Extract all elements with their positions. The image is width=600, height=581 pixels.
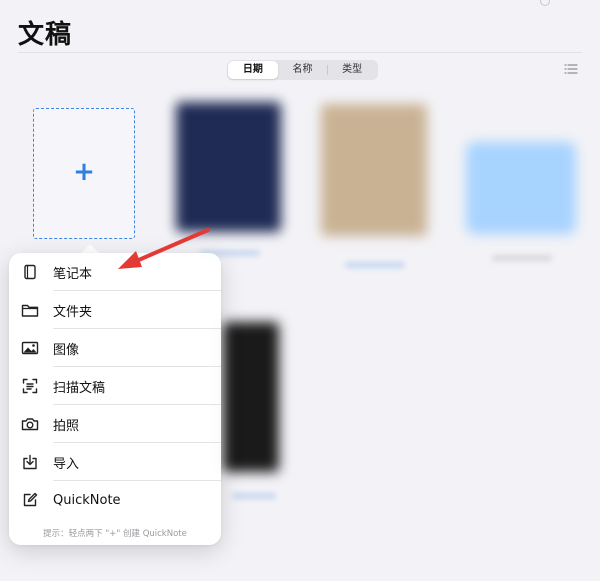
menu-item-label: 笔记本 — [53, 266, 93, 282]
camera-icon — [19, 413, 41, 435]
quicknote-icon — [19, 489, 41, 511]
annotation-arrow-icon — [118, 228, 210, 269]
menu-item-label: 文件夹 — [53, 304, 93, 320]
menu-item-folder[interactable]: 文件夹 — [9, 291, 221, 329]
sort-by-type-tab[interactable]: 类型 — [327, 61, 377, 79]
header-divider — [18, 52, 582, 53]
menu-item-label: 导入 — [53, 456, 80, 472]
folder-icon — [19, 299, 41, 321]
plus-icon: + — [73, 157, 95, 187]
menu-item-label: 扫描文稿 — [53, 380, 106, 396]
menu-item-quicknote[interactable]: QuickNote — [9, 481, 221, 519]
menu-item-scan-document[interactable]: 扫描文稿 — [9, 367, 221, 405]
status-indicator-icon — [540, 0, 550, 6]
document-thumbnail[interactable] — [321, 104, 427, 236]
image-icon — [19, 337, 41, 359]
import-icon — [19, 451, 41, 473]
menu-item-image[interactable]: 图像 — [9, 329, 221, 367]
document-name-blurred — [492, 255, 552, 261]
menu-item-import[interactable]: 导入 — [9, 443, 221, 481]
create-menu: 笔记本 文件夹 图像 扫描文稿 拍照 导入 QuickNote 提示：轻点两下 … — [9, 253, 221, 545]
page-title: 文稿 — [18, 20, 73, 50]
documents-page: 文稿 日期 名称 类型 + 笔记本 文件夹 图像 扫描文稿 拍照 导入 Quic… — [0, 0, 600, 581]
new-document-button[interactable]: + — [33, 108, 135, 239]
notebook-icon — [19, 261, 41, 283]
menu-hint-text: 提示：轻点两下 "+" 创建 QuickNote — [43, 529, 187, 539]
menu-item-label: 图像 — [53, 342, 80, 358]
document-name-blurred — [232, 493, 276, 499]
list-view-icon[interactable] — [564, 63, 578, 75]
menu-item-label: 拍照 — [53, 418, 80, 434]
menu-item-take-photo[interactable]: 拍照 — [9, 405, 221, 443]
folder-thumbnail[interactable] — [466, 142, 576, 234]
document-thumbnail[interactable] — [223, 322, 279, 472]
sort-by-name-tab[interactable]: 名称 — [278, 61, 328, 79]
scan-icon — [19, 375, 41, 397]
sort-segmented-control: 日期 名称 类型 — [227, 60, 378, 80]
document-name-blurred — [345, 262, 405, 268]
document-thumbnail[interactable] — [176, 102, 281, 232]
menu-item-label: QuickNote — [53, 492, 121, 508]
sort-by-date-tab[interactable]: 日期 — [228, 61, 278, 79]
